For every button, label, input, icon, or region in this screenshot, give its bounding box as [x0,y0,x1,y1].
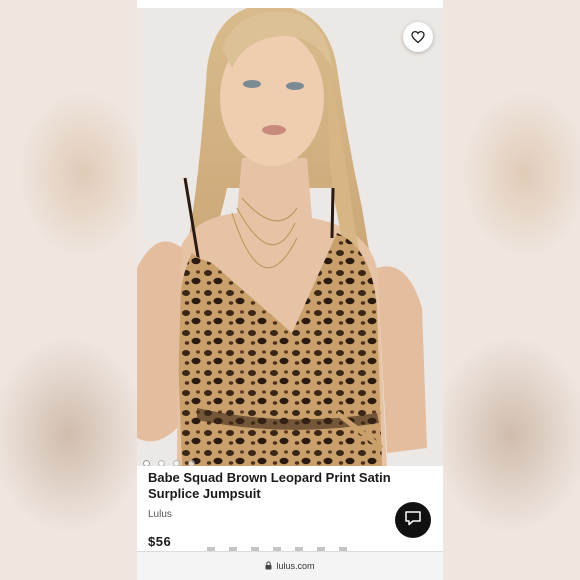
blurred-background-right [443,0,580,580]
url-text: lulus.com [276,561,315,571]
blurred-background-left [0,0,137,580]
heart-icon [411,30,425,44]
model-photo [137,8,443,466]
product-title[interactable]: Babe Squad Brown Leopard Print Satin Sur… [148,470,398,502]
browser-url-bar[interactable]: lulus.com [137,551,443,580]
product-brand[interactable]: Lulus [148,509,398,520]
lock-icon [265,560,272,572]
carousel-dot[interactable] [188,460,195,466]
carousel-dot[interactable] [158,460,165,466]
product-image[interactable] [137,8,443,466]
product-info: Babe Squad Brown Leopard Print Satin Sur… [148,470,398,549]
chat-button[interactable] [395,502,431,538]
carousel-dot[interactable] [143,460,150,466]
carousel-dot[interactable] [173,460,180,466]
chat-icon [404,509,422,532]
product-screen: Babe Squad Brown Leopard Print Satin Sur… [137,0,443,580]
favorite-button[interactable] [403,22,433,52]
carousel-indicator [143,460,195,466]
